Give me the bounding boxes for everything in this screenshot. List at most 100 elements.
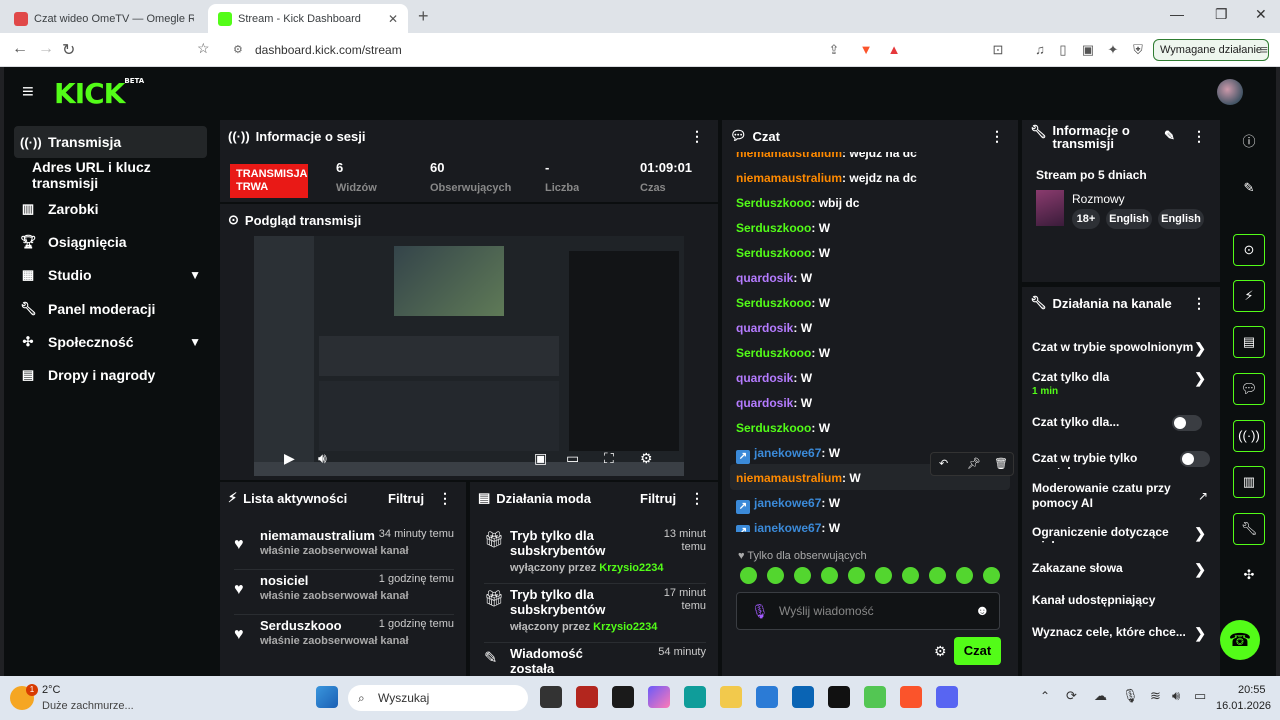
category-name[interactable]: Rozmowy bbox=[1072, 192, 1125, 206]
action-required-button[interactable]: Wymagane działanie bbox=[1153, 39, 1270, 61]
lightning-icon[interactable]: ⚡︎ bbox=[1233, 280, 1265, 312]
wifi-icon[interactable]: ≋ bbox=[1150, 688, 1161, 704]
video-player[interactable]: ▶ 🔊︎ ▣ ▭ ⛶ ⚙ bbox=[254, 236, 684, 476]
emote-icon[interactable] bbox=[929, 567, 946, 584]
tag[interactable]: English bbox=[1158, 209, 1204, 229]
volume-icon[interactable]: 🔊︎ bbox=[318, 450, 327, 467]
store-icon[interactable] bbox=[756, 686, 778, 708]
chat-username[interactable]: janekowe67 bbox=[754, 496, 821, 510]
sidebar-toggle-icon[interactable]: ▯ bbox=[1055, 42, 1071, 58]
kick-logo[interactable]: KICKBETA bbox=[54, 77, 144, 110]
tab-kick[interactable]: Stream - Kick Dashboard ✕ bbox=[208, 4, 408, 33]
kick-app-icon[interactable] bbox=[864, 686, 886, 708]
chat-username[interactable]: Serduszkooo bbox=[736, 346, 811, 360]
chat-username[interactable]: Serduszkooo bbox=[736, 221, 811, 235]
tray-icon[interactable]: ⟳ bbox=[1066, 688, 1077, 704]
tag[interactable]: English bbox=[1106, 209, 1152, 229]
action-age-restriction[interactable]: Ograniczenie dotyczące wiek ❯ bbox=[1032, 525, 1210, 543]
chat-username[interactable]: quardosik bbox=[736, 321, 793, 335]
restore-icon[interactable]: ❐ bbox=[1215, 6, 1228, 23]
fullscreen-icon[interactable]: ⛶ bbox=[604, 450, 614, 467]
rewards-icon[interactable]: ▲ bbox=[886, 42, 902, 58]
emote-icon[interactable] bbox=[902, 567, 919, 584]
action-set-goals[interactable]: Wyznacz cele, które chce... ❯ bbox=[1032, 625, 1210, 643]
info-icon[interactable]: ⓘ bbox=[1233, 127, 1265, 159]
close-window-icon[interactable]: ✕ bbox=[1255, 6, 1267, 23]
username[interactable]: niemamaustralium bbox=[260, 528, 375, 543]
chat-username[interactable]: niemamaustralium bbox=[736, 471, 842, 485]
send-chat-button[interactable]: Czat bbox=[954, 637, 1001, 665]
broadcast-icon[interactable]: ((·)) bbox=[1233, 420, 1265, 452]
more-options-icon[interactable]: ⋮ bbox=[1192, 128, 1206, 145]
outlook-icon[interactable] bbox=[792, 686, 814, 708]
leo-ai-icon[interactable]: ✦ bbox=[1105, 42, 1121, 58]
app-icon[interactable] bbox=[576, 686, 598, 708]
emote-icon[interactable] bbox=[848, 567, 865, 584]
more-options-icon[interactable]: ⋮ bbox=[990, 128, 1004, 145]
sidebar-item-transmisja[interactable]: ((·)) Transmisja bbox=[14, 126, 207, 158]
share-icon[interactable]: ⇪ bbox=[826, 42, 842, 58]
wallet-icon[interactable]: ▣ bbox=[1080, 42, 1096, 58]
filter-button[interactable]: Filtruj bbox=[388, 491, 424, 506]
chat-username[interactable]: Serduszkooo bbox=[736, 196, 811, 210]
sidebar-item-osiagniecia[interactable]: 🏆︎ Osiągnięcia bbox=[14, 226, 207, 258]
more-options-icon[interactable]: ⋮ bbox=[690, 128, 704, 145]
support-chat-button[interactable]: ☎ bbox=[1220, 620, 1260, 660]
task-view-icon[interactable] bbox=[540, 686, 562, 708]
emote-icon[interactable] bbox=[740, 567, 757, 584]
chat-username[interactable]: niemamaustralium bbox=[736, 152, 842, 160]
forward-icon[interactable]: → bbox=[38, 40, 54, 58]
clock-time[interactable]: 20:55 bbox=[1238, 684, 1266, 696]
username[interactable]: Serduszkooo bbox=[260, 618, 342, 633]
chat-settings-icon[interactable]: ⚙ bbox=[934, 643, 947, 660]
tag[interactable]: 18+ bbox=[1072, 209, 1100, 229]
vpn-icon[interactable]: ⛨ bbox=[1130, 42, 1146, 58]
bookmark-icon[interactable]: ☆ bbox=[197, 40, 210, 57]
emote-icon[interactable] bbox=[956, 567, 973, 584]
pip-icon[interactable]: ▣ bbox=[534, 450, 547, 467]
edit-icon[interactable]: ✎ bbox=[1233, 173, 1265, 205]
windows-start-icon[interactable] bbox=[316, 686, 338, 708]
sidebar-item-panel-moderacji[interactable]: 🔧︎ Panel moderacji bbox=[14, 293, 207, 325]
action-followers-only[interactable]: Czat tylko dla obserwujących1 min ❯ bbox=[1032, 370, 1210, 400]
more-options-icon[interactable]: ⋮ bbox=[690, 490, 704, 507]
more-options-icon[interactable]: ⋮ bbox=[1192, 295, 1206, 312]
tiktok-icon[interactable] bbox=[828, 686, 850, 708]
clock-date[interactable]: 16.01.2026 bbox=[1216, 700, 1271, 712]
settings-icon[interactable]: ⚙ bbox=[640, 450, 653, 467]
menu-icon[interactable]: ≡ bbox=[1256, 42, 1272, 58]
chat-input[interactable]: 🎙︎ Wyślij wiadomość ☻ bbox=[736, 592, 1000, 630]
copilot-icon[interactable] bbox=[648, 686, 670, 708]
filter-button[interactable]: Filtruj bbox=[640, 491, 676, 506]
action-subscribers-only[interactable]: Czat tylko dla... bbox=[1032, 415, 1210, 433]
discord-icon[interactable] bbox=[936, 686, 958, 708]
edit-icon[interactable]: ✎ bbox=[1164, 128, 1175, 144]
onedrive-icon[interactable]: ☁ bbox=[1094, 688, 1107, 704]
chat-username[interactable]: janekowe67 bbox=[754, 521, 821, 532]
theater-icon[interactable]: ▭ bbox=[566, 450, 579, 467]
microphone-icon[interactable]: 🎙︎ bbox=[1122, 688, 1139, 704]
sidebar-item-studio[interactable]: ▦ Studio ▼ bbox=[14, 259, 207, 291]
wrench-icon[interactable]: 🔧︎ bbox=[1233, 513, 1265, 545]
sidebar-item-spolecznosc[interactable]: ✣ Społeczność ▼ bbox=[14, 326, 207, 358]
preview-icon[interactable]: ⊙ bbox=[1233, 234, 1265, 266]
play-icon[interactable]: ▶ bbox=[284, 450, 295, 467]
action-host-channel[interactable]: Kanał udostępniający bbox=[1032, 593, 1210, 611]
action-banned-words[interactable]: Zakazane słowa ❯ bbox=[1032, 561, 1210, 579]
chat-username[interactable]: Serduszkooo bbox=[736, 296, 811, 310]
toggle-switch[interactable] bbox=[1180, 451, 1210, 467]
chat-username[interactable]: quardosik bbox=[736, 271, 793, 285]
delete-icon[interactable]: 🗑︎ bbox=[994, 457, 1008, 470]
action-emote-only[interactable]: Czat w trybie tylko emotek bbox=[1032, 451, 1210, 469]
minimize-icon[interactable]: — bbox=[1170, 6, 1184, 22]
screenshot-icon[interactable]: ⊡ bbox=[990, 42, 1006, 58]
tray-overflow-icon[interactable]: ⌃ bbox=[1040, 689, 1050, 703]
music-icon[interactable]: ♫ bbox=[1032, 42, 1048, 58]
emoji-icon[interactable]: ☻ bbox=[975, 602, 990, 618]
site-info-icon[interactable]: ⚙ bbox=[233, 38, 243, 62]
back-icon[interactable]: ← bbox=[12, 40, 28, 58]
brave-icon[interactable] bbox=[900, 686, 922, 708]
avatar[interactable] bbox=[1217, 79, 1243, 105]
username[interactable]: nosiciel bbox=[260, 573, 308, 588]
action-ai-moderation[interactable]: Moderowanie czatu przy pomocy AI bbox=[1032, 481, 1182, 513]
